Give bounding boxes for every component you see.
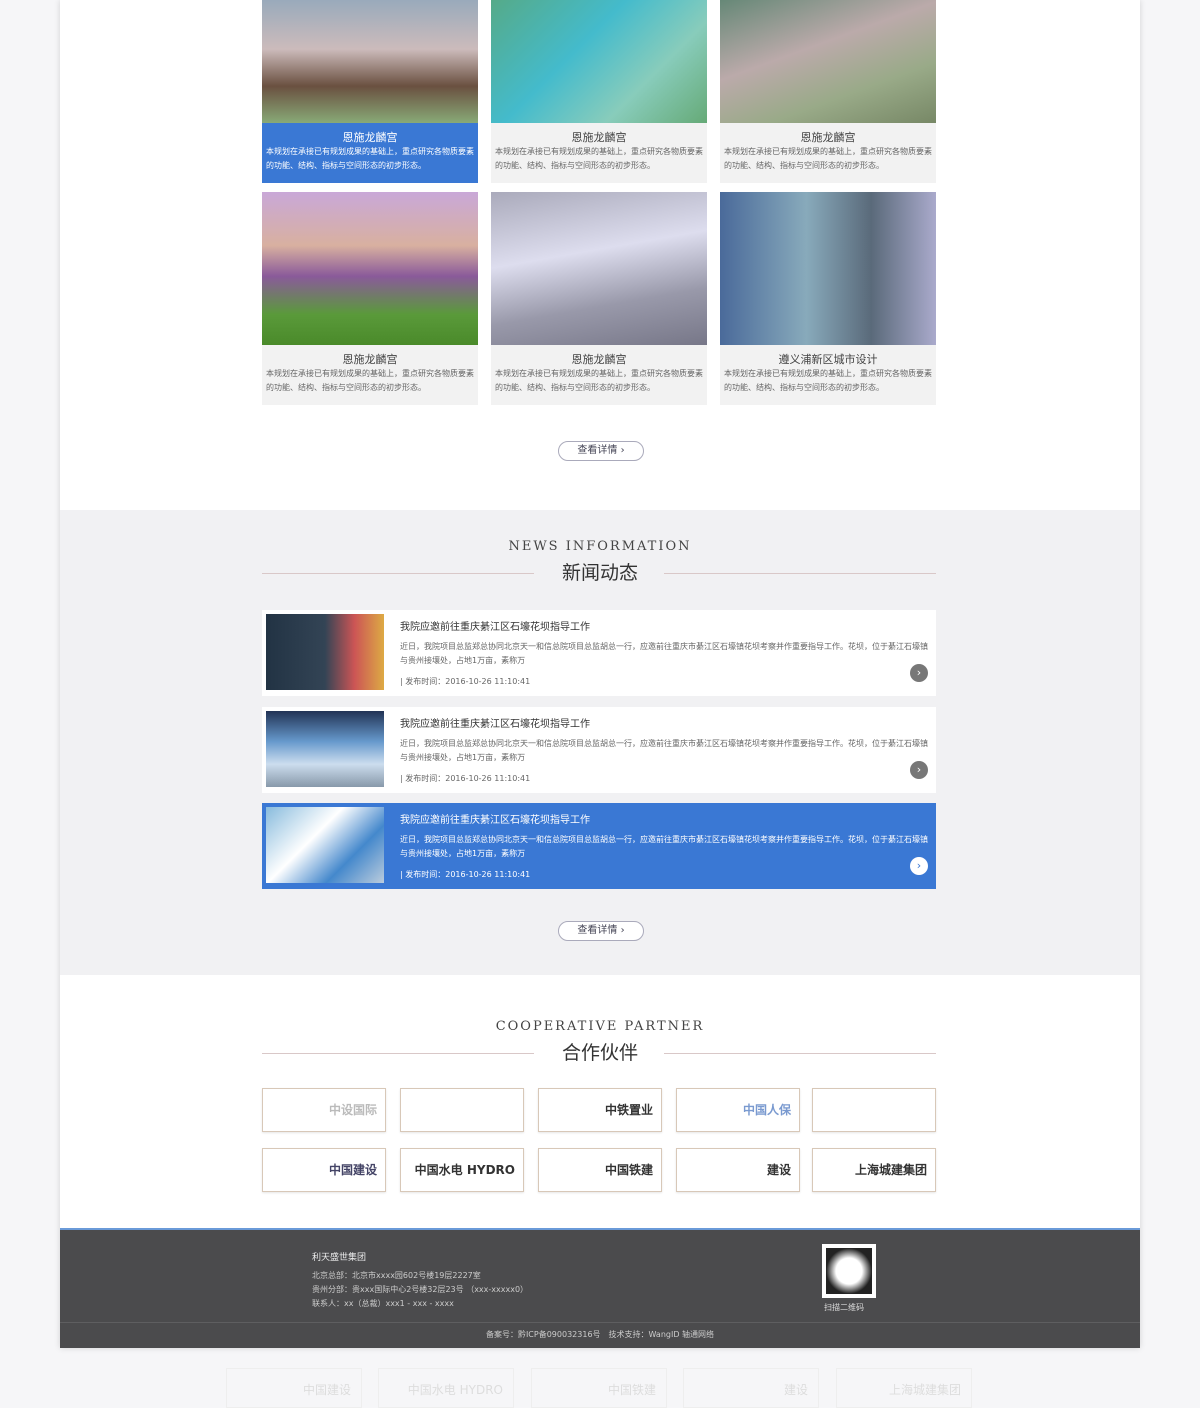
project-desc: 本规划在承接已有规划成果的基础上，重点研究各物质要素的功能、结构、指标与空间形态… — [495, 369, 703, 392]
footer-address: 贵州分部：贵xxx国际中心2号楼32层23号 （xxx-xxxxx0） — [312, 1285, 529, 1294]
footer-address: 北京总部：北京市xxxx园602号楼19层2227室 — [312, 1271, 481, 1280]
partner-logo[interactable]: 中铁置业 — [538, 1088, 662, 1132]
news-time: | 发布时间：2016-10-26 11:10:41 — [400, 870, 531, 879]
qr-code — [822, 1244, 876, 1298]
news-item[interactable]: 我院应邀前往重庆綦江区石壕花坝指导工作 近日，我院项目总监郑总协同北京天一和信总… — [262, 610, 936, 696]
partner-logo[interactable]: 中国建设 — [262, 1148, 386, 1192]
news-item[interactable]: 我院应邀前往重庆綦江区石壕花坝指导工作 近日，我院项目总监郑总协同北京天一和信总… — [262, 707, 936, 793]
partner-title-cn: 合作伙伴 — [561, 1042, 638, 1064]
news-image — [266, 807, 384, 883]
news-desc: 近日，我院项目总监郑总协同北京天一和信总院项目总监胡总一行，应邀前往重庆市綦江区… — [400, 739, 928, 762]
partner-logo[interactable]: 中国水电 HYDRO — [400, 1148, 524, 1192]
project-title: 恩施龙麟宫 — [342, 131, 398, 144]
news-title-en: NEWS INFORMATION — [508, 539, 692, 554]
project-desc: 本规划在承接已有规划成果的基础上，重点研究各物质要素的功能、结构、指标与空间形态… — [724, 147, 932, 170]
news-more-button[interactable]: 查看详情 › — [558, 921, 644, 941]
project-image — [720, 0, 936, 123]
qr-label: 扫描二维码 — [824, 1303, 864, 1312]
ghost-logo: 中国建设 — [226, 1368, 362, 1408]
footer-company: 利天盛世集团 — [312, 1253, 367, 1263]
partner-logo[interactable]: 建设 — [676, 1148, 800, 1192]
project-title: 恩施龙麟宫 — [571, 353, 627, 366]
partner-logo[interactable]: 中设国际 — [262, 1088, 386, 1132]
project-card[interactable]: 恩施龙麟宫 本规划在承接已有规划成果的基础上，重点研究各物质要素的功能、结构、指… — [262, 0, 478, 183]
news-time: | 发布时间：2016-10-26 11:10:41 — [400, 677, 531, 686]
news-title[interactable]: 我院应邀前往重庆綦江区石壕花坝指导工作 — [400, 618, 590, 633]
news-section: NEWS INFORMATION 新闻动态 我院应邀前往重庆綦江区石壕花坝指导工… — [60, 510, 1140, 975]
partner-logo[interactable] — [812, 1088, 936, 1132]
news-title[interactable]: 我院应邀前往重庆綦江区石壕花坝指导工作 — [400, 811, 590, 826]
project-desc: 本规划在承接已有规划成果的基础上，重点研究各物质要素的功能、结构、指标与空间形态… — [495, 147, 703, 170]
project-title: 恩施龙麟宫 — [571, 131, 627, 144]
project-card[interactable]: 恩施龙麟宫 本规划在承接已有规划成果的基础上，重点研究各物质要素的功能、结构、指… — [262, 192, 478, 405]
partner-logo[interactable]: 中国人保 — [676, 1088, 800, 1132]
project-title: 遵义浦新区城市设计 — [778, 353, 878, 366]
project-desc: 本规划在承接已有规划成果的基础上，重点研究各物质要素的功能、结构、指标与空间形态… — [266, 369, 474, 392]
project-card[interactable]: 恩施龙麟宫 本规划在承接已有规划成果的基础上，重点研究各物质要素的功能、结构、指… — [491, 0, 707, 183]
news-title[interactable]: 我院应邀前往重庆綦江区石壕花坝指导工作 — [400, 715, 590, 730]
footer-contact: 联系人：xx（总裁）xxx1 - xxx - xxxx — [312, 1299, 454, 1308]
project-title: 恩施龙麟宫 — [800, 131, 856, 144]
project-desc: 本规划在承接已有规划成果的基础上，重点研究各物质要素的功能、结构、指标与空间形态… — [724, 369, 932, 392]
partner-logo[interactable]: 上海城建集团 — [812, 1148, 936, 1192]
news-image — [266, 711, 384, 787]
partner-logo[interactable]: 中国铁建 — [538, 1148, 662, 1192]
footer: 利天盛世集团 北京总部：北京市xxxx园602号楼19层2227室 贵州分部：贵… — [60, 1228, 1140, 1348]
page: 恩施龙麟宫 本规划在承接已有规划成果的基础上，重点研究各物质要素的功能、结构、指… — [60, 0, 1140, 1348]
project-image — [720, 192, 936, 345]
project-card[interactable]: 恩施龙麟宫 本规划在承接已有规划成果的基础上，重点研究各物质要素的功能、结构、指… — [720, 0, 936, 183]
divider — [664, 1053, 936, 1054]
project-desc: 本规划在承接已有规划成果的基础上，重点研究各物质要素的功能、结构、指标与空间形态… — [266, 147, 474, 170]
news-desc: 近日，我院项目总监郑总协同北京天一和信总院项目总监胡总一行，应邀前往重庆市綦江区… — [400, 642, 928, 665]
project-image — [262, 0, 478, 123]
project-card[interactable]: 恩施龙麟宫 本规划在承接已有规划成果的基础上，重点研究各物质要素的功能、结构、指… — [491, 192, 707, 405]
project-image — [491, 0, 707, 123]
ghost-logo: 上海城建集团 — [836, 1368, 972, 1408]
partner-logo[interactable] — [400, 1088, 524, 1132]
news-image — [266, 614, 384, 690]
projects-more-button[interactable]: 查看详情 › — [558, 441, 644, 461]
news-time: | 发布时间：2016-10-26 11:10:41 — [400, 774, 531, 783]
project-card[interactable]: 遵义浦新区城市设计 本规划在承接已有规划成果的基础上，重点研究各物质要素的功能、… — [720, 192, 936, 405]
ghost-logo: 中国水电 HYDRO — [378, 1368, 514, 1408]
divider — [664, 573, 936, 574]
news-item[interactable]: 我院应邀前往重庆綦江区石壕花坝指导工作 近日，我院项目总监郑总协同北京天一和信总… — [262, 803, 936, 889]
project-image — [491, 192, 707, 345]
footer-copyright: 备案号：黔ICP备090032316号 技术支持：WangID 轴通网络 — [60, 1322, 1140, 1340]
chevron-right-icon[interactable]: › — [910, 761, 928, 779]
project-image — [262, 192, 478, 345]
news-title-cn: 新闻动态 — [561, 562, 638, 584]
divider — [262, 573, 534, 574]
ghost-logo: 中国铁建 — [531, 1368, 667, 1408]
ghost-logo: 建设 — [683, 1368, 819, 1408]
chevron-right-icon[interactable]: › — [910, 857, 928, 875]
news-desc: 近日，我院项目总监郑总协同北京天一和信总院项目总监胡总一行，应邀前往重庆市綦江区… — [400, 835, 928, 858]
partner-title-en: COOPERATIVE PARTNER — [495, 1019, 705, 1034]
divider — [262, 1053, 534, 1054]
project-title: 恩施龙麟宫 — [342, 353, 398, 366]
chevron-right-icon[interactable]: › — [910, 664, 928, 682]
